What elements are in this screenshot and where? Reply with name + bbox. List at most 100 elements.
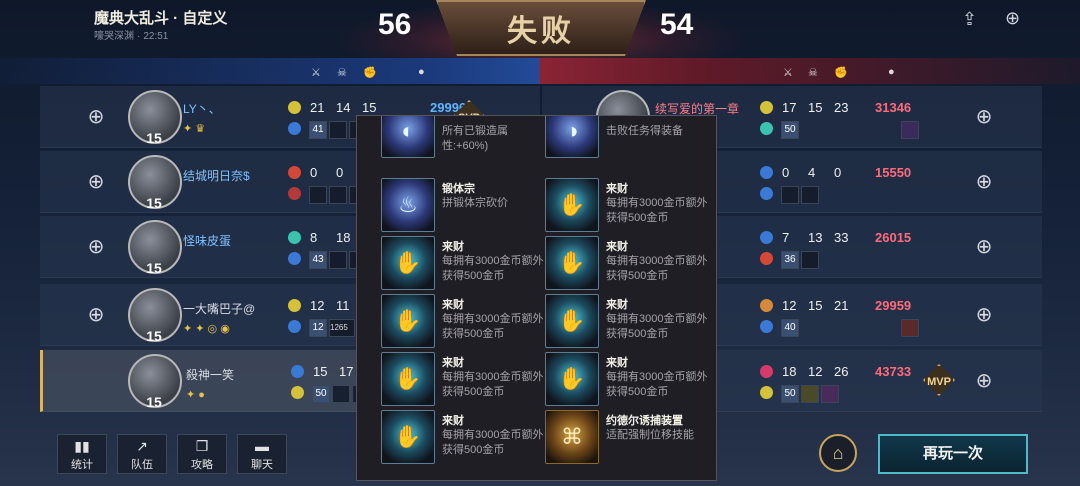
champion-level: 15: [146, 328, 162, 344]
player-name: 殺神一笑: [186, 368, 235, 382]
flash-spell-icon: [760, 101, 773, 114]
money-hands-icon: ✋: [381, 294, 435, 348]
add-friend-icon[interactable]: ⊕: [972, 303, 996, 327]
snowball-spell-icon: [760, 320, 773, 333]
mark-spell-icon: [760, 365, 773, 378]
player-assists: 33: [834, 230, 849, 245]
augment-card: ◐ 所有已锻造属性:+60%): [381, 116, 545, 160]
augment-desc: 每拥有3000金币额外获得500金币: [606, 371, 708, 398]
chat-bubble-icon: ▬: [255, 438, 269, 454]
player-kills: 15: [313, 364, 328, 379]
player-gold: 26015: [875, 230, 912, 245]
money-hands-icon: ✋: [545, 178, 599, 232]
augment-card: ⌘ 约德尔诱捕装置 适配强制位移技能: [545, 408, 709, 466]
add-friend-icon[interactable]: ⊕: [84, 105, 108, 129]
honor-badges-icon: ✦ ●: [186, 389, 205, 401]
share-icon[interactable]: ⇪: [962, 9, 977, 30]
add-friend-icon[interactable]: ⊕: [84, 170, 108, 194]
guide-tab-button[interactable]: ❒ 攻略: [177, 434, 227, 474]
snowball-spell-icon: [760, 166, 773, 179]
player-deaths: 18: [336, 230, 351, 245]
chat-tab-button[interactable]: ▬ 聊天: [237, 434, 287, 474]
deaths-column-icon-red: ☠: [808, 67, 818, 79]
item-slot: [332, 385, 350, 403]
item-slot: [781, 186, 799, 204]
augment-card: ✋ 来财 每拥有3000金币额外获得500金币: [381, 292, 545, 350]
money-hands-icon: ✋: [381, 352, 435, 406]
money-hands-icon: ✋: [545, 294, 599, 348]
add-friend-icon[interactable]: ⊕: [972, 369, 996, 393]
augment-name: 来财: [442, 415, 464, 427]
ignite-spell-icon: [760, 252, 773, 265]
augment-name: 来财: [442, 357, 464, 369]
add-friend-icon[interactable]: ⊕: [84, 235, 108, 259]
augment-desc: 每拥有3000金币额外获得500金币: [442, 371, 544, 398]
augment-count-badge: 36: [781, 251, 799, 269]
augment-card: ✋ 来财 每拥有3000金币额外获得500金币: [381, 408, 545, 466]
augment-desc: 每拥有3000金币额外获得500金币: [442, 313, 544, 340]
team-tab-button[interactable]: ↗ 队伍: [117, 434, 167, 474]
play-again-button[interactable]: 再玩一次: [878, 434, 1028, 474]
item-slot: [801, 385, 819, 403]
snowball-spell-icon: [760, 187, 773, 200]
mask-icon: ◑: [545, 116, 599, 158]
augment-name: 来财: [606, 357, 628, 369]
player-deaths: 13: [808, 230, 823, 245]
player-gold: 31346: [875, 100, 912, 115]
add-friend-icon[interactable]: ⊕: [972, 235, 996, 259]
money-hands-icon: ✋: [381, 236, 435, 290]
player-kills: 12: [310, 298, 325, 313]
augment-card: ✋ 来财 每拥有3000金币额外获得500金币: [545, 292, 709, 350]
ignite-spell-icon: [288, 166, 301, 179]
player-kills: 0: [310, 165, 318, 180]
augment-card: ✋ 来财 每拥有3000金币额外获得500金币: [381, 350, 545, 408]
augment-count-badge: 40: [781, 319, 799, 337]
player-kills: 18: [782, 364, 797, 379]
money-hands-icon: ✋: [545, 352, 599, 406]
mvp-badge: MVP: [923, 364, 955, 396]
add-friend-icon[interactable]: ⊕: [972, 105, 996, 129]
heal-spell-icon: [288, 231, 301, 244]
add-friend-icon[interactable]: ⊕: [84, 303, 108, 327]
augment-card: ♨ 锻体宗 拼锻体宗砍价: [381, 176, 545, 234]
bar-chart-icon: ▮▮: [74, 438, 90, 454]
book-icon: ❒: [195, 438, 209, 454]
player-deaths: 15: [808, 100, 823, 115]
gold-column-icon-red: ●: [888, 66, 895, 78]
player-name: 一大嘴巴子@: [183, 302, 256, 316]
trend-line-icon: ↗: [136, 438, 148, 454]
stats-tab-button[interactable]: ▮▮ 统计: [57, 434, 107, 474]
snowball-spell-icon: [760, 231, 773, 244]
item-slot-stack: 1265: [329, 319, 355, 337]
player-kills: 21: [310, 100, 325, 115]
flash-spell-icon: [288, 299, 301, 312]
player-name: 结城明日奈$: [183, 169, 250, 183]
player-gold: 29959: [875, 298, 912, 313]
item-slot: [821, 385, 839, 403]
subtitle-separator: ·: [137, 31, 141, 42]
augment-desc: 每拥有3000金币额外获得500金币: [442, 255, 544, 282]
augment-count-badge: 43: [309, 251, 327, 269]
add-friend-icon[interactable]: ⊕: [1005, 8, 1020, 29]
augment-desc: 击败任务得装备: [606, 125, 683, 137]
augment-desc: 每拥有3000金币额外获得500金币: [606, 255, 708, 282]
augment-desc: 每拥有3000金币额外获得500金币: [606, 313, 708, 340]
player-gold: 43733: [875, 364, 912, 379]
player-kills: 0: [782, 165, 790, 180]
champion-level: 15: [146, 394, 162, 410]
player-deaths: 15: [808, 298, 823, 313]
red-team-score: 54: [660, 8, 694, 41]
stats-label: 统计: [71, 459, 93, 471]
player-assists: 0: [834, 165, 842, 180]
player-gold: 15550: [875, 165, 912, 180]
team-label: 队伍: [131, 459, 153, 471]
add-friend-icon[interactable]: ⊕: [972, 170, 996, 194]
home-button[interactable]: ⌂: [819, 434, 857, 472]
mark-spell-icon: [288, 187, 301, 200]
snowball-spell-icon: [288, 252, 301, 265]
chat-label: 聊天: [251, 459, 273, 471]
item-slot: [309, 186, 327, 204]
item-slot: [801, 251, 819, 269]
augment-card: ◑ 击败任务得装备: [545, 116, 709, 160]
blue-team-banner: [0, 58, 540, 84]
